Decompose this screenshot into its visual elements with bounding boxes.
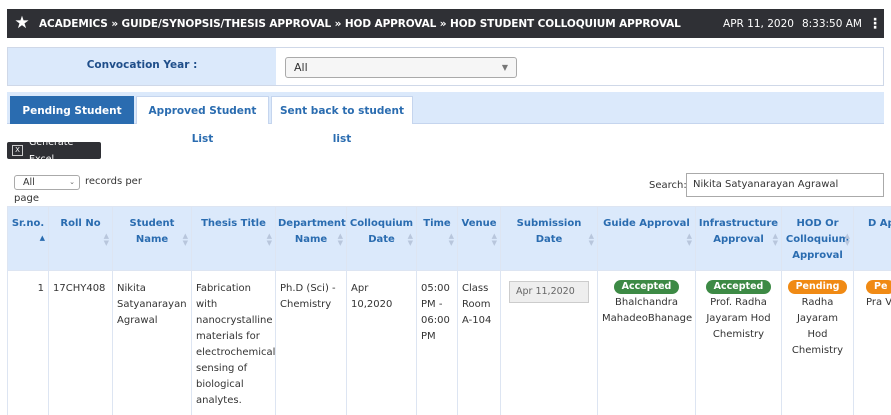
convocation-year-label: Convocation Year : [8, 48, 276, 85]
col-d-approval[interactable]: D App [853, 206, 891, 271]
breadcrumb: ACADEMICS » GUIDE/SYNOPSIS/THESIS APPROV… [39, 17, 681, 30]
current-date: APR 11, 2020 [723, 17, 794, 30]
col-department[interactable]: Department Name ▲ ▼ [275, 206, 347, 271]
records-per-label: records per [85, 176, 142, 187]
convocation-year-select[interactable]: All ▼ [285, 57, 517, 78]
datetime: APR 11, 2020 8:33:50 AM ⋮ [723, 17, 884, 31]
sort-icon: ▲ ▼ [103, 232, 109, 247]
sort-icon: ▲ ▼ [772, 232, 778, 247]
cell-time: 05:00 PM - 06:00 PM [416, 270, 458, 415]
sort-icon: ▲ ▼ [407, 232, 413, 247]
tab-sent-back-list[interactable]: Sent back to student list [271, 96, 413, 145]
cell-colloquium-date: Apr 10,2020 [346, 270, 417, 415]
search-label: Search: [649, 180, 687, 191]
star-icon[interactable]: ★ [11, 9, 33, 38]
col-time[interactable]: Time ▲ ▼ [416, 206, 458, 271]
cell-guide-approval: Accepted Bhalchandra MahadeoBhanage [597, 270, 696, 415]
cell-infrastructure-approval: Accepted Prof. Radha Jayaram Hod Chemist… [695, 270, 782, 415]
status-badge: Pe [866, 280, 891, 294]
vertical-dots-icon[interactable]: ⋮ [868, 17, 882, 31]
sort-icon: ▲ ▼ [491, 232, 497, 247]
cell-thesis-title: Fabrication with nanocrystalline materia… [191, 270, 276, 415]
col-venue[interactable]: Venue ▲ ▼ [457, 206, 501, 271]
col-colloquium-date[interactable]: Colloquium Date ▲ ▼ [346, 206, 417, 271]
cell-department: Ph.D (Sci) - Chemistry [275, 270, 347, 415]
sort-icon: ▲ ▼ [686, 232, 692, 247]
search-input[interactable]: Nikita Satyanarayan Agrawal [686, 173, 884, 197]
current-time: 8:33:50 AM [801, 17, 862, 30]
student-table-wrapper: Sr.no. ▲ Roll No ▲ ▼ Student Name ▲ ▼ Thesis … [7, 206, 891, 415]
sort-icon: ▲ ▼ [588, 232, 594, 247]
cell-submission-date: Apr 11,2020 [500, 270, 598, 415]
chevron-down-icon: ⌄ [69, 178, 75, 186]
table-row: 1 17CHY408 Nikita Satyanarayan Agrawal F… [7, 270, 891, 415]
d-approver-name: Pra Vavi [866, 297, 891, 308]
cell-roll-no: 17CHY408 [48, 270, 113, 415]
dropdown-arrow-icon: ▼ [501, 63, 508, 72]
sort-icon: ▲ ▼ [844, 232, 850, 247]
infra-approver-name: Prof. Radha Jayaram Hod Chemistry [706, 297, 771, 340]
status-badge: Accepted [705, 280, 772, 294]
col-hod-approval[interactable]: HOD Or Colloquium Approval ▲ ▼ [781, 206, 854, 271]
col-srno[interactable]: Sr.no. ▲ [7, 206, 49, 271]
col-guide-approval[interactable]: Guide Approval ▲ ▼ [597, 206, 696, 271]
sort-icon: ▲ ▼ [266, 232, 272, 247]
page-label: page [14, 193, 39, 204]
convocation-year-value: All [294, 61, 308, 74]
col-student-name[interactable]: Student Name ▲ ▼ [112, 206, 192, 271]
records-per-page-value: All [23, 177, 35, 188]
col-roll-no[interactable]: Roll No ▲ ▼ [48, 206, 113, 271]
guide-name: Bhalchandra MahadeoBhanage [602, 297, 693, 324]
col-infrastructure-approval[interactable]: Infrastructure Approval ▲ ▼ [695, 206, 782, 271]
generate-excel-label: Generate Excel [28, 136, 74, 165]
sort-icon: ▲ ▼ [448, 232, 454, 247]
top-bar: ★ ACADEMICS » GUIDE/SYNOPSIS/THESIS APPR… [7, 9, 884, 38]
col-thesis-title[interactable]: Thesis Title ▲ ▼ [191, 206, 276, 271]
student-table: Sr.no. ▲ Roll No ▲ ▼ Student Name ▲ ▼ Thesis … [7, 206, 891, 415]
status-badge: Accepted [613, 280, 680, 294]
tab-pending-student-list[interactable]: Pending Student List [10, 96, 134, 145]
sort-icon: ▲ ▼ [182, 232, 188, 247]
status-badge: Pending [787, 280, 848, 294]
cell-venue: Class Room A-104 [457, 270, 501, 415]
filter-panel: Convocation Year : All ▼ [7, 47, 884, 86]
submission-date-field: Apr 11,2020 [509, 281, 589, 303]
table-header-row: Sr.no. ▲ Roll No ▲ ▼ Student Name ▲ ▼ Thesis … [7, 206, 891, 271]
records-per-page-select[interactable]: All ⌄ [14, 175, 80, 190]
tab-bar: Pending Student List Approved Student Li… [7, 92, 884, 145]
sort-icon: ▲ ▼ [337, 232, 343, 247]
cell-hod-approval: Pending Radha Jayaram Hod Chemistry [781, 270, 854, 415]
cell-d-approval: Pe Pra Vavi [853, 270, 891, 415]
col-submission-date[interactable]: Submission Date ▲ ▼ [500, 206, 598, 271]
cell-srno: 1 [7, 270, 49, 415]
generate-excel-button[interactable]: X Generate Excel [7, 137, 101, 165]
excel-icon: X [12, 145, 23, 156]
hod-approver-name: Radha Jayaram Hod Chemistry [791, 297, 844, 356]
cell-student-name: Nikita Satyanarayan Agrawal [112, 270, 192, 415]
tab-approved-student-list[interactable]: Approved Student List [136, 96, 269, 145]
sort-asc-icon: ▲ [39, 234, 45, 242]
